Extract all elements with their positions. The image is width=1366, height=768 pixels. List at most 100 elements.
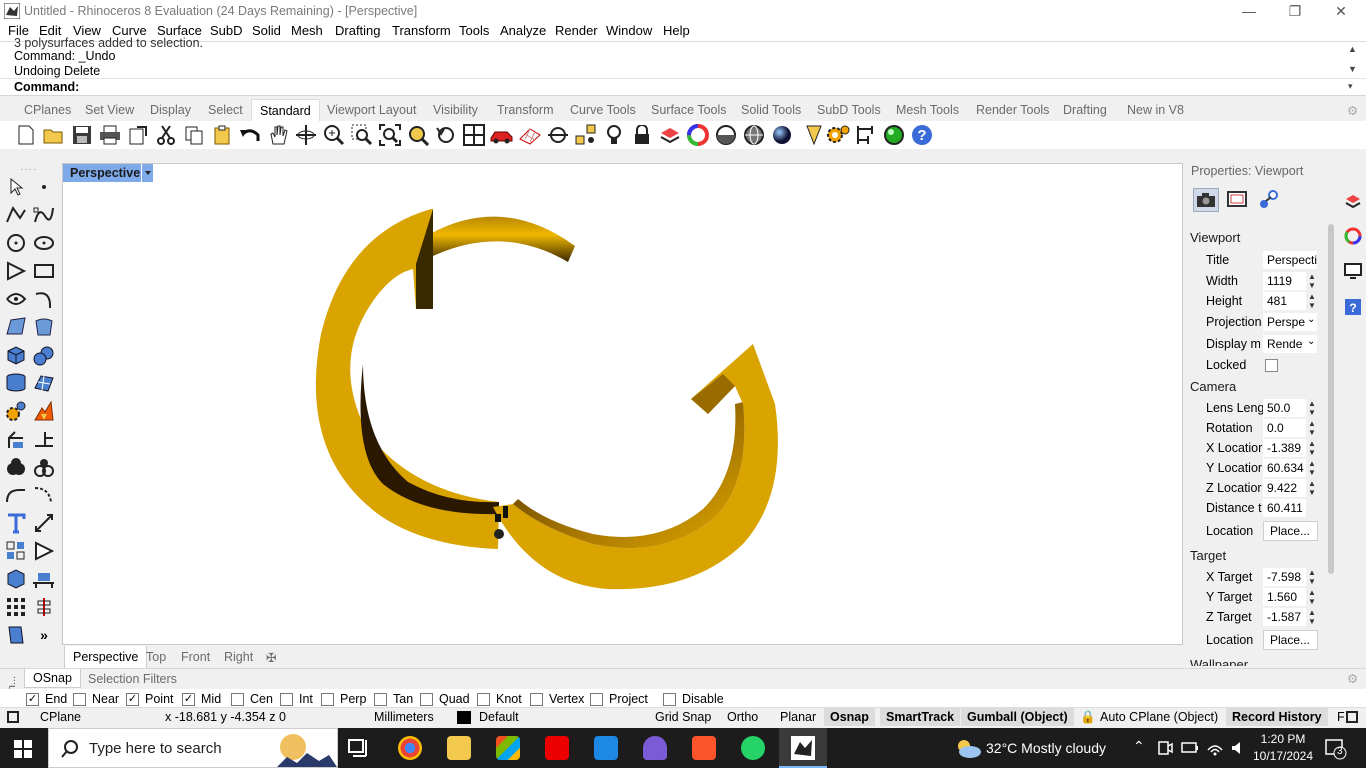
osnap-toggle[interactable]: Osnap [824, 708, 875, 726]
osnap-knot[interactable]: Knot [477, 692, 522, 706]
whatsapp-icon[interactable] [741, 736, 765, 760]
rotation-field[interactable]: 0.0 [1263, 419, 1306, 437]
osnap-cen[interactable]: Cen [231, 692, 273, 706]
upper-band-part[interactable] [430, 216, 575, 262]
height-field[interactable]: 481 [1263, 292, 1306, 310]
tab-solid-tools[interactable]: Solid Tools [741, 103, 801, 117]
help-icon[interactable]: ? [910, 123, 934, 147]
surface-corner-icon[interactable] [4, 315, 28, 339]
osnap-tan[interactable]: Tan [374, 692, 413, 706]
light-bulb-icon[interactable] [602, 123, 626, 147]
block-icon[interactable] [4, 539, 28, 563]
show-hidden-icons-icon[interactable]: ⌃ [1133, 738, 1145, 755]
tab-front[interactable]: Front [181, 650, 210, 664]
tab-set-view[interactable]: Set View [85, 103, 134, 117]
four-viewports-icon[interactable] [462, 123, 486, 147]
z-location-spinner-icon[interactable]: ▲ ▼ [1307, 479, 1317, 497]
distance-field[interactable]: 60.411 [1263, 499, 1306, 517]
weather-icon[interactable] [954, 738, 982, 761]
x-target-spinner-icon[interactable]: ▲ ▼ [1307, 568, 1317, 586]
y-target-field[interactable]: 1.560 [1263, 588, 1306, 606]
locked-checkbox[interactable] [1265, 359, 1278, 372]
curve-icon[interactable] [32, 203, 56, 227]
osnap-end[interactable]: ✓ End [26, 692, 67, 706]
store-icon[interactable] [496, 736, 520, 760]
tab-surface-tools[interactable]: Surface Tools [651, 103, 727, 117]
menu-tools[interactable]: Tools [459, 23, 489, 38]
pan-hand-icon[interactable] [266, 123, 290, 147]
menu-analyze[interactable]: Analyze [500, 23, 546, 38]
settings-gears-icon[interactable] [826, 123, 850, 147]
polygon-icon[interactable] [4, 259, 28, 283]
rhino-taskbar-button[interactable] [779, 728, 827, 768]
lens-spinner-icon[interactable]: ▲ ▼ [1307, 399, 1317, 417]
gear-transform-icon[interactable] [4, 399, 28, 423]
molecule-icon[interactable] [1257, 188, 1283, 212]
new-file-icon[interactable] [14, 123, 38, 147]
properties-scrollbar[interactable] [1328, 224, 1334, 574]
circle-icon[interactable] [4, 231, 28, 255]
undo-view-icon[interactable] [434, 123, 458, 147]
explode-icon[interactable] [32, 399, 56, 423]
left-c-part[interactable] [315, 209, 499, 549]
close-button[interactable]: ✕ [1318, 0, 1364, 22]
cplane-label[interactable]: CPlane [40, 710, 81, 724]
y-location-spinner-icon[interactable]: ▲ ▼ [1307, 459, 1317, 477]
layers-panel-icon[interactable] [1344, 192, 1362, 213]
battery-icon[interactable] [1181, 741, 1199, 755]
ortho-toggle[interactable]: Ortho [727, 710, 758, 724]
viewport-title[interactable]: Perspective [63, 164, 153, 182]
copy-icon[interactable] [182, 123, 206, 147]
command-line[interactable]: Command: ▾ [0, 78, 1366, 96]
menu-subd[interactable]: SubD [210, 23, 243, 38]
project-icon[interactable] [32, 539, 56, 563]
osnap-perp[interactable]: Perp [321, 692, 366, 706]
tab-select[interactable]: Select [208, 103, 243, 117]
model-canvas[interactable] [63, 164, 1182, 644]
tab-mesh-tools[interactable]: Mesh Tools [896, 103, 959, 117]
tab-top[interactable]: Top [146, 650, 166, 664]
camera-icon[interactable] [1193, 188, 1219, 212]
status-panel-icon[interactable] [1346, 711, 1358, 723]
drafting-icon[interactable] [4, 623, 28, 647]
lock-icon[interactable] [630, 123, 654, 147]
cut-icon[interactable] [154, 123, 178, 147]
scroll-up-icon[interactable]: ▲ [1348, 44, 1357, 54]
select-arrow-icon[interactable] [4, 175, 28, 199]
car-icon[interactable] [490, 123, 514, 147]
help-panel-icon[interactable]: ? [1344, 298, 1362, 319]
viewport-menu-dropdown[interactable] [141, 164, 153, 182]
shaded-sphere-icon[interactable] [714, 123, 738, 147]
camera-place-button[interactable]: Place... [1263, 521, 1318, 541]
split-icon[interactable] [4, 427, 28, 451]
x-location-field[interactable]: -1.389 [1263, 439, 1306, 457]
height-spinner-icon[interactable]: ▲ ▼ [1307, 292, 1317, 310]
fillet-curve-icon[interactable] [4, 287, 28, 311]
weather-text[interactable]: 32°C Mostly cloudy [986, 740, 1106, 756]
y-target-spinner-icon[interactable]: ▲ ▼ [1307, 588, 1317, 606]
cylinder-icon[interactable] [4, 371, 28, 395]
rendered-sphere-icon[interactable] [770, 123, 794, 147]
windows-start-icon[interactable] [14, 740, 32, 761]
ellipse-icon[interactable] [32, 231, 56, 255]
filter-label[interactable]: F [1337, 710, 1345, 724]
notifications-icon[interactable] [1325, 738, 1347, 760]
grid-snap-toggle[interactable]: Grid Snap [655, 710, 711, 724]
osnap-project[interactable]: Project [590, 692, 648, 706]
taskbar-search-box[interactable]: Type here to search [48, 728, 338, 768]
snap-icon[interactable] [546, 123, 570, 147]
rotate-view-icon[interactable] [294, 123, 318, 147]
tabs-settings-icon[interactable]: ⚙ [1347, 103, 1358, 118]
title-field[interactable]: Perspecti [1263, 251, 1317, 269]
save-icon[interactable] [70, 123, 94, 147]
box-icon[interactable] [4, 343, 28, 367]
point-icon[interactable] [32, 175, 56, 199]
tab-standard[interactable]: Standard [251, 99, 320, 122]
paste-icon[interactable] [210, 123, 234, 147]
tab-render-tools[interactable]: Render Tools [976, 103, 1049, 117]
gumball-toggle[interactable]: Gumball (Object) [961, 708, 1074, 726]
file-explorer-icon[interactable] [447, 736, 471, 760]
tab-drafting[interactable]: Drafting [1063, 103, 1107, 117]
zoom-window-icon[interactable] [350, 123, 374, 147]
command-dropdown-icon[interactable]: ▾ [1348, 81, 1353, 92]
